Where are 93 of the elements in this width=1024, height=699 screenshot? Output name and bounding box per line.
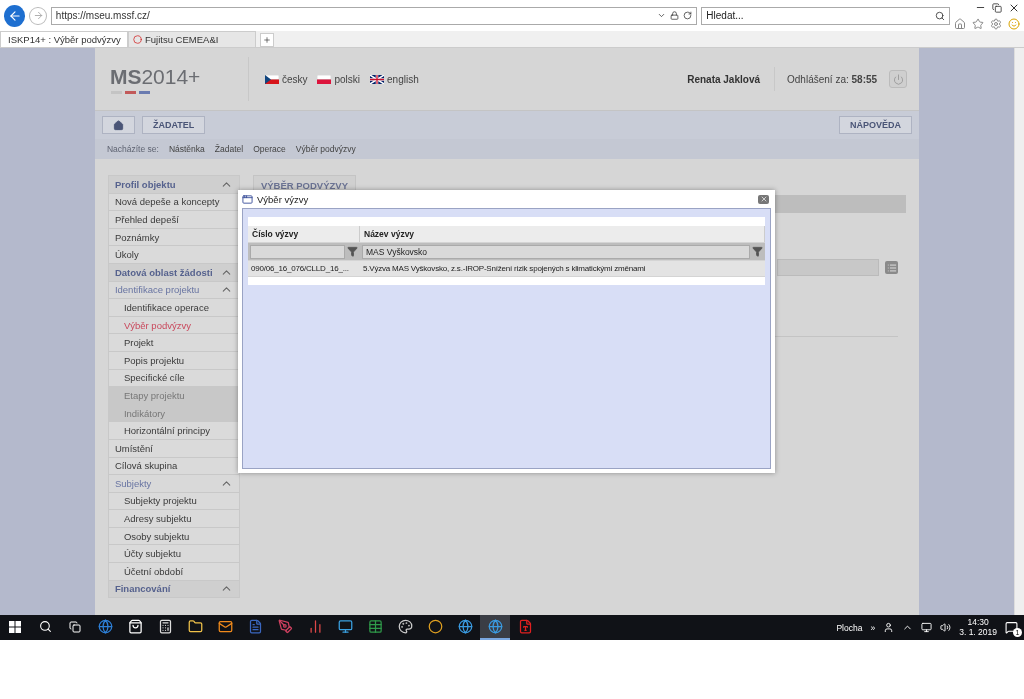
home-icon	[112, 119, 124, 131]
breadcrumb-link[interactable]: Operace	[253, 144, 286, 154]
flag-icon	[264, 74, 279, 84]
back-button[interactable]	[4, 4, 26, 27]
desktop-label[interactable]: Plocha	[836, 622, 863, 633]
search-icon[interactable]	[935, 10, 945, 21]
filter-field[interactable]: MAS Vyškovsko	[362, 244, 750, 259]
windows-icon	[9, 620, 21, 633]
people-icon[interactable]	[883, 622, 895, 633]
browser-tab[interactable]: ISKP14+ : Výběr podvýzvy	[0, 31, 128, 47]
search-field[interactable]: Hledat...	[701, 6, 950, 25]
star-icon[interactable]	[972, 17, 984, 30]
restore-icon[interactable]	[992, 2, 1002, 13]
table-cell-text: 090/06_16_076/CLLD_16_...	[250, 263, 350, 275]
pen-app-icon	[277, 619, 293, 634]
home-icon[interactable]	[954, 17, 966, 30]
arrow-left-icon	[7, 8, 22, 23]
overflow-chevron[interactable]: »	[870, 622, 876, 633]
sidebar-section-label: Financování	[114, 583, 171, 595]
plus-icon	[263, 36, 271, 44]
dialog-title: Výběr výzvy	[257, 193, 310, 205]
home-button[interactable]	[101, 116, 135, 134]
store-icon	[127, 619, 143, 634]
mail-app-icon	[217, 619, 233, 634]
palette-icon	[397, 619, 413, 634]
list-icon	[886, 262, 897, 273]
dropdown-icon[interactable]	[657, 11, 667, 20]
lock-icon	[670, 11, 680, 20]
breadcrumb-link[interactable]: Žadatel	[214, 144, 244, 154]
language-label: polski	[334, 73, 361, 85]
network-icon[interactable]	[921, 622, 933, 633]
sidebar-item[interactable]: Projekt	[107, 334, 240, 352]
sidebar-section-label: Identifikace projektu	[114, 284, 200, 296]
ring-icon	[133, 35, 142, 44]
sidebar-item[interactable]: Horizontální principy	[107, 422, 240, 440]
task-view-icon	[69, 620, 81, 633]
breadcrumb-link[interactable]: Výběr podvýzvy	[295, 144, 356, 154]
input-field[interactable]	[777, 259, 880, 276]
browser-icon	[97, 619, 113, 634]
clock[interactable]: 14:30 3. 1. 2019	[959, 617, 997, 638]
document-app-icon	[247, 619, 263, 634]
logo: MS2014+	[109, 57, 249, 101]
language-label: česky	[281, 73, 308, 85]
browser-tab[interactable]: Fujitsu CEMEA&I	[128, 31, 256, 47]
search-icon	[38, 620, 52, 633]
sidebar-item[interactable]: Přehled depeší	[107, 211, 240, 229]
folder-icon	[187, 619, 203, 634]
pdf-app-icon	[517, 619, 533, 634]
list-button[interactable]	[885, 261, 899, 274]
speaker-icon[interactable]	[940, 622, 952, 633]
sidebar-item[interactable]: Identifikace operace	[107, 299, 240, 317]
flag-icon	[317, 74, 332, 84]
help-button[interactable]: NÁPOVĚDA	[839, 116, 913, 134]
power-icon	[892, 73, 904, 85]
breadcrumb-link[interactable]: Nástěnka	[168, 144, 205, 154]
column-header[interactable]: Název výzvy	[360, 226, 765, 242]
sidebar-section-label: Datová oblast žádosti	[114, 266, 213, 278]
language-link[interactable]: česky	[264, 73, 308, 85]
sidebar-item[interactable]: Účty subjektu	[107, 545, 240, 564]
address-bar[interactable]: https://mseu.mssf.cz/	[50, 6, 698, 25]
settings-icon[interactable]	[990, 17, 1002, 30]
calculator-icon	[157, 619, 173, 634]
breadcrumb-label: Nacházíte se:	[106, 144, 159, 154]
close-button[interactable]	[758, 194, 769, 204]
sidebar-section-label: Subjekty	[114, 477, 152, 489]
sidebar-item[interactable]: Účetní období	[107, 563, 240, 581]
filter-icon[interactable]	[347, 246, 358, 257]
arrow-right-icon	[32, 10, 44, 21]
sidebar-item[interactable]: Adresy subjektu	[107, 510, 240, 528]
language-label: english	[387, 73, 419, 85]
monitor-app-icon	[337, 619, 353, 634]
browser-icon	[487, 619, 503, 634]
sidebar-section-label: Profil objektu	[114, 178, 176, 190]
nav-button[interactable]: ŽADATEL	[141, 116, 206, 134]
sidebar-item[interactable]: Úkoly	[107, 246, 240, 264]
chart-app-icon	[307, 619, 323, 634]
flag-icon	[370, 74, 385, 84]
user-name: Renata Jaklová	[687, 67, 775, 91]
logout-timer: Odhlášení za: 58:55	[787, 73, 878, 85]
language-link[interactable]: english	[370, 73, 419, 85]
browser-icon	[457, 619, 473, 634]
language-link[interactable]: polski	[317, 73, 361, 85]
table-cell-text: 5.Výzva MAS Vyškovsko, z.s.-IROP-Snížení rizik spojených s klimatickými změnami	[362, 263, 647, 275]
sidebar-section[interactable]: Profil objektu	[107, 176, 240, 194]
filter-icon[interactable]	[752, 246, 763, 257]
filter-field[interactable]	[250, 244, 345, 259]
spreadsheet-app-icon	[367, 619, 383, 634]
window-icon	[242, 193, 253, 205]
column-header[interactable]: Číslo výzvy	[248, 226, 360, 242]
close-icon	[759, 195, 768, 203]
circle-app-icon	[427, 619, 443, 634]
scrollbar[interactable]	[1014, 48, 1024, 615]
refresh-icon[interactable]	[683, 11, 693, 20]
